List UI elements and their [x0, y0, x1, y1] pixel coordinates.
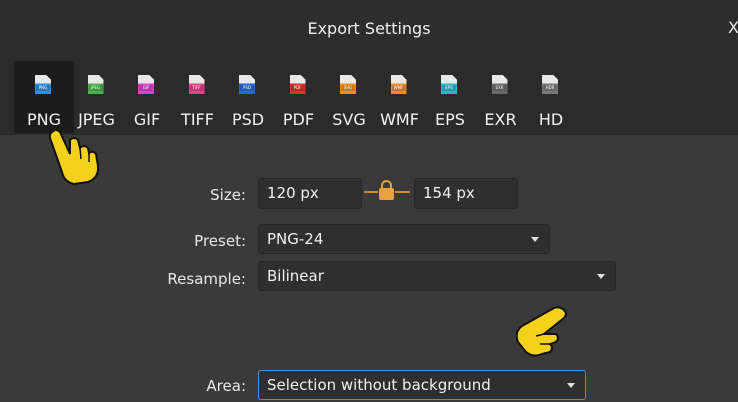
format-toolbar: PNG PNG JPEG JPEG GIF GIF TIFF TIFF PSD PSD PDF PDF…: [0, 57, 738, 135]
chevron-down-icon: [531, 237, 539, 242]
resample-value: Bilinear: [267, 267, 324, 285]
file-icon-badge: EPS: [442, 85, 456, 91]
file-icon: EXR: [491, 75, 508, 94]
preset-dropdown[interactable]: PNG-24: [258, 224, 550, 254]
width-input[interactable]: 120 px: [258, 178, 362, 209]
file-icon: TIFF: [188, 75, 205, 94]
file-icon: GIF: [138, 75, 154, 94]
file-icon: PDF: [289, 75, 306, 94]
pointing-hand-icon: [48, 129, 100, 186]
resample-dropdown[interactable]: Bilinear: [258, 261, 616, 291]
resample-label: Resample:: [167, 270, 246, 288]
lock-icon: [379, 188, 394, 200]
format-label: HD: [538, 110, 564, 129]
file-icon-badge: PDF: [290, 85, 305, 91]
area-value: Selection without background: [267, 376, 491, 394]
file-icon-badge: WMF: [391, 85, 406, 91]
file-icon-badge: GIF: [139, 85, 153, 91]
file-icon-badge: TIFF: [189, 85, 204, 91]
file-icon-badge: EXR: [492, 85, 507, 91]
lock-link-left: [364, 191, 378, 193]
file-icon-badge: PNG: [36, 85, 50, 91]
file-icon: PNG: [35, 75, 51, 94]
preset-value: PNG-24: [267, 230, 324, 248]
file-icon: EPS: [441, 75, 457, 94]
lock-link-right: [395, 191, 410, 193]
file-icon: SVG: [340, 75, 356, 94]
chevron-down-icon: [567, 383, 575, 388]
aspect-lock-button[interactable]: [364, 177, 410, 207]
file-icon: HDR: [542, 75, 558, 94]
file-icon-badge: JPEG: [88, 85, 103, 91]
format-tab-png[interactable]: PNG PNG: [14, 61, 74, 133]
format-tab-hd[interactable]: HDR HD: [521, 61, 581, 133]
chevron-down-icon: [597, 274, 605, 279]
preset-label: Preset:: [194, 232, 246, 250]
file-icon-badge: SVG: [341, 85, 355, 91]
area-dropdown[interactable]: Selection without background: [258, 370, 586, 400]
file-icon: JPEG: [87, 75, 104, 94]
size-label: Size:: [210, 186, 246, 204]
file-icon-badge: HDR: [543, 85, 557, 91]
height-input[interactable]: 154 px: [414, 178, 518, 209]
file-icon-badge: PSD: [240, 85, 254, 91]
file-icon: WMF: [390, 75, 407, 94]
title-bar: Export Settings X: [0, 0, 738, 57]
pointing-hand-icon: [515, 306, 567, 357]
window-title: Export Settings: [307, 19, 431, 38]
area-label: Area:: [206, 377, 246, 395]
file-icon: PSD: [239, 75, 255, 94]
close-button[interactable]: X: [728, 18, 738, 37]
